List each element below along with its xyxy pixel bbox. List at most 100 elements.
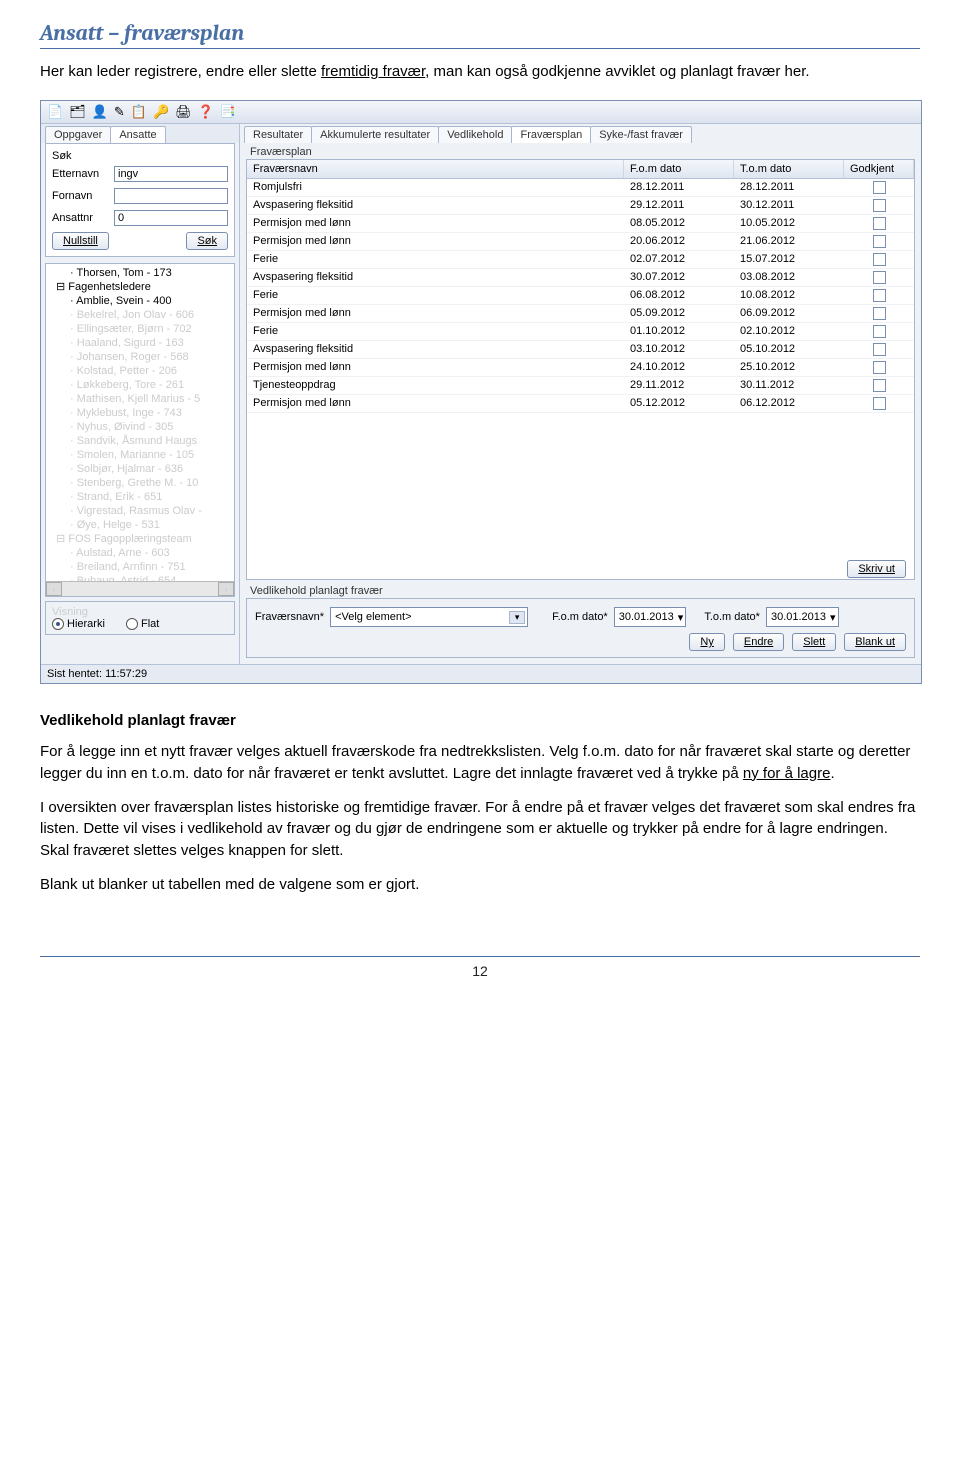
- table-row[interactable]: Romjulsfri28.12.201128.12.2011: [247, 179, 914, 197]
- tree-item[interactable]: · Sandvik, Åsmund Haugs: [50, 434, 230, 448]
- nullstill-button[interactable]: Nullstill: [52, 232, 109, 250]
- col-fom[interactable]: F.o.m dato: [624, 160, 734, 178]
- radio-flat[interactable]: Flat: [126, 618, 159, 630]
- cell-godkjent[interactable]: [844, 323, 914, 340]
- ansattnr-input[interactable]: [114, 210, 228, 226]
- col-tom[interactable]: T.o.m dato: [734, 160, 844, 178]
- checkbox-icon[interactable]: [873, 361, 886, 374]
- tree-item[interactable]: · Bekelrel, Jon Olav - 606: [50, 308, 230, 322]
- cell: 15.07.2012: [734, 251, 844, 268]
- tree-item[interactable]: · Aulstad, Arne - 603: [50, 546, 230, 560]
- cell-godkjent[interactable]: [844, 179, 914, 196]
- grid-body[interactable]: Romjulsfri28.12.201128.12.2011Avspaserin…: [247, 179, 914, 559]
- toolbar-icon[interactable]: 🔑: [153, 104, 169, 120]
- tab-syke[interactable]: Syke-/fast fravær: [590, 126, 692, 143]
- cell-godkjent[interactable]: [844, 341, 914, 358]
- toolbar-icon[interactable]: 🖨: [175, 104, 192, 120]
- employee-tree[interactable]: · Thorsen, Tom - 173⊟ Fagenhetsledere· A…: [45, 263, 235, 597]
- toolbar-icon[interactable]: 👤: [92, 104, 108, 120]
- col-navn[interactable]: Fraværsnavn: [247, 160, 624, 178]
- checkbox-icon[interactable]: [873, 307, 886, 320]
- toolbar-icon[interactable]: 📋: [131, 104, 147, 120]
- tree-item[interactable]: ⊟ Fagenhetsledere: [50, 280, 230, 294]
- tree-item[interactable]: · Mathisen, Kjell Marius - 5: [50, 392, 230, 406]
- tab-resultater[interactable]: Resultater: [244, 126, 312, 143]
- tab-oppgaver[interactable]: Oppgaver: [45, 126, 111, 143]
- table-row[interactable]: Avspasering fleksitid29.12.201130.12.201…: [247, 197, 914, 215]
- table-row[interactable]: Permisjon med lønn05.09.201206.09.2012: [247, 305, 914, 323]
- tree-item[interactable]: · Stenberg, Grethe M. - 10: [50, 476, 230, 490]
- cell-godkjent[interactable]: [844, 269, 914, 286]
- toolbar-icon[interactable]: ❓: [198, 104, 214, 120]
- tree-item[interactable]: · Løkkeberg, Tore - 261: [50, 378, 230, 392]
- tab-ansatte[interactable]: Ansatte: [110, 126, 165, 143]
- tree-item[interactable]: · Ellingsæter, Bjørn - 702: [50, 322, 230, 336]
- tree-item[interactable]: · Vigrestad, Rasmus Olav -: [50, 504, 230, 518]
- tab-fravaersplan[interactable]: Fraværsplan: [511, 126, 591, 143]
- table-row[interactable]: Permisjon med lønn05.12.201206.12.2012: [247, 395, 914, 413]
- radio-hierarki[interactable]: Hierarki: [52, 618, 105, 630]
- endre-button[interactable]: Endre: [733, 633, 784, 651]
- cell-godkjent[interactable]: [844, 305, 914, 322]
- checkbox-icon[interactable]: [873, 289, 886, 302]
- fom-date-input[interactable]: 30.01.2013 ▾: [614, 607, 687, 627]
- checkbox-icon[interactable]: [873, 325, 886, 338]
- tree-item[interactable]: · Nyhus, Øivind - 305: [50, 420, 230, 434]
- tab-vedlikehold[interactable]: Vedlikehold: [438, 126, 512, 143]
- tab-akkumulerte[interactable]: Akkumulerte resultater: [311, 126, 439, 143]
- tree-item[interactable]: · Kolstad, Petter - 206: [50, 364, 230, 378]
- table-row[interactable]: Permisjon med lønn24.10.201225.10.2012: [247, 359, 914, 377]
- checkbox-icon[interactable]: [873, 271, 886, 284]
- tree-item[interactable]: · Johansen, Roger - 568: [50, 350, 230, 364]
- table-row[interactable]: Tjenesteoppdrag29.11.201230.11.2012: [247, 377, 914, 395]
- table-row[interactable]: Permisjon med lønn08.05.201210.05.2012: [247, 215, 914, 233]
- table-row[interactable]: Ferie06.08.201210.08.2012: [247, 287, 914, 305]
- checkbox-icon[interactable]: [873, 181, 886, 194]
- checkbox-icon[interactable]: [873, 235, 886, 248]
- checkbox-icon[interactable]: [873, 397, 886, 410]
- etternavn-input[interactable]: [114, 166, 228, 182]
- tree-item[interactable]: · Smolen, Marianne - 105: [50, 448, 230, 462]
- checkbox-icon[interactable]: [873, 343, 886, 356]
- toolbar-icon[interactable]: 🗂: [69, 104, 86, 120]
- cell-godkjent[interactable]: [844, 377, 914, 394]
- sok-button[interactable]: Søk: [186, 232, 228, 250]
- tree-item[interactable]: · Myklebust, Inge - 743: [50, 406, 230, 420]
- tree-item[interactable]: ⊟ FOS Fagopplæringsteam: [50, 532, 230, 546]
- tree-item[interactable]: · Solbjør, Hjalmar - 636: [50, 462, 230, 476]
- tree-item[interactable]: · Breiland, Arnfinn - 751: [50, 560, 230, 574]
- toolbar-icon[interactable]: 📑: [220, 104, 236, 120]
- cell-godkjent[interactable]: [844, 251, 914, 268]
- tree-item[interactable]: · Strand, Erik - 651: [50, 490, 230, 504]
- cell-godkjent[interactable]: [844, 395, 914, 412]
- checkbox-icon[interactable]: [873, 253, 886, 266]
- tree-item[interactable]: · Haaland, Sigurd - 163: [50, 336, 230, 350]
- checkbox-icon[interactable]: [873, 199, 886, 212]
- fornavn-input[interactable]: [114, 188, 228, 204]
- table-row[interactable]: Ferie02.07.201215.07.2012: [247, 251, 914, 269]
- cell-godkjent[interactable]: [844, 197, 914, 214]
- blankut-button[interactable]: Blank ut: [844, 633, 906, 651]
- fravaersnavn-combo[interactable]: <Velg element> ▾: [330, 607, 528, 627]
- cell-godkjent[interactable]: [844, 215, 914, 232]
- table-row[interactable]: Avspasering fleksitid30.07.201203.08.201…: [247, 269, 914, 287]
- cell-godkjent[interactable]: [844, 287, 914, 304]
- tree-item[interactable]: · Thorsen, Tom - 173: [50, 266, 230, 280]
- tree-item[interactable]: · Amblie, Svein - 400: [50, 294, 230, 308]
- checkbox-icon[interactable]: [873, 217, 886, 230]
- checkbox-icon[interactable]: [873, 379, 886, 392]
- slett-button[interactable]: Slett: [792, 633, 836, 651]
- col-godkjent[interactable]: Godkjent: [844, 160, 914, 178]
- tree-item[interactable]: · Øye, Helge - 531: [50, 518, 230, 532]
- skrivut-button[interactable]: Skriv ut: [847, 560, 906, 578]
- table-row[interactable]: Ferie01.10.201202.10.2012: [247, 323, 914, 341]
- cell-godkjent[interactable]: [844, 233, 914, 250]
- ny-button[interactable]: Ny: [689, 633, 724, 651]
- toolbar-icon[interactable]: ✎: [114, 104, 125, 120]
- table-row[interactable]: Permisjon med lønn20.06.201221.06.2012: [247, 233, 914, 251]
- table-row[interactable]: Avspasering fleksitid03.10.201205.10.201…: [247, 341, 914, 359]
- toolbar-icon[interactable]: 📄: [47, 104, 63, 120]
- tom-date-input[interactable]: 30.01.2013 ▾: [766, 607, 839, 627]
- cell-godkjent[interactable]: [844, 359, 914, 376]
- tree-scrollbar[interactable]: ‹›: [46, 581, 234, 596]
